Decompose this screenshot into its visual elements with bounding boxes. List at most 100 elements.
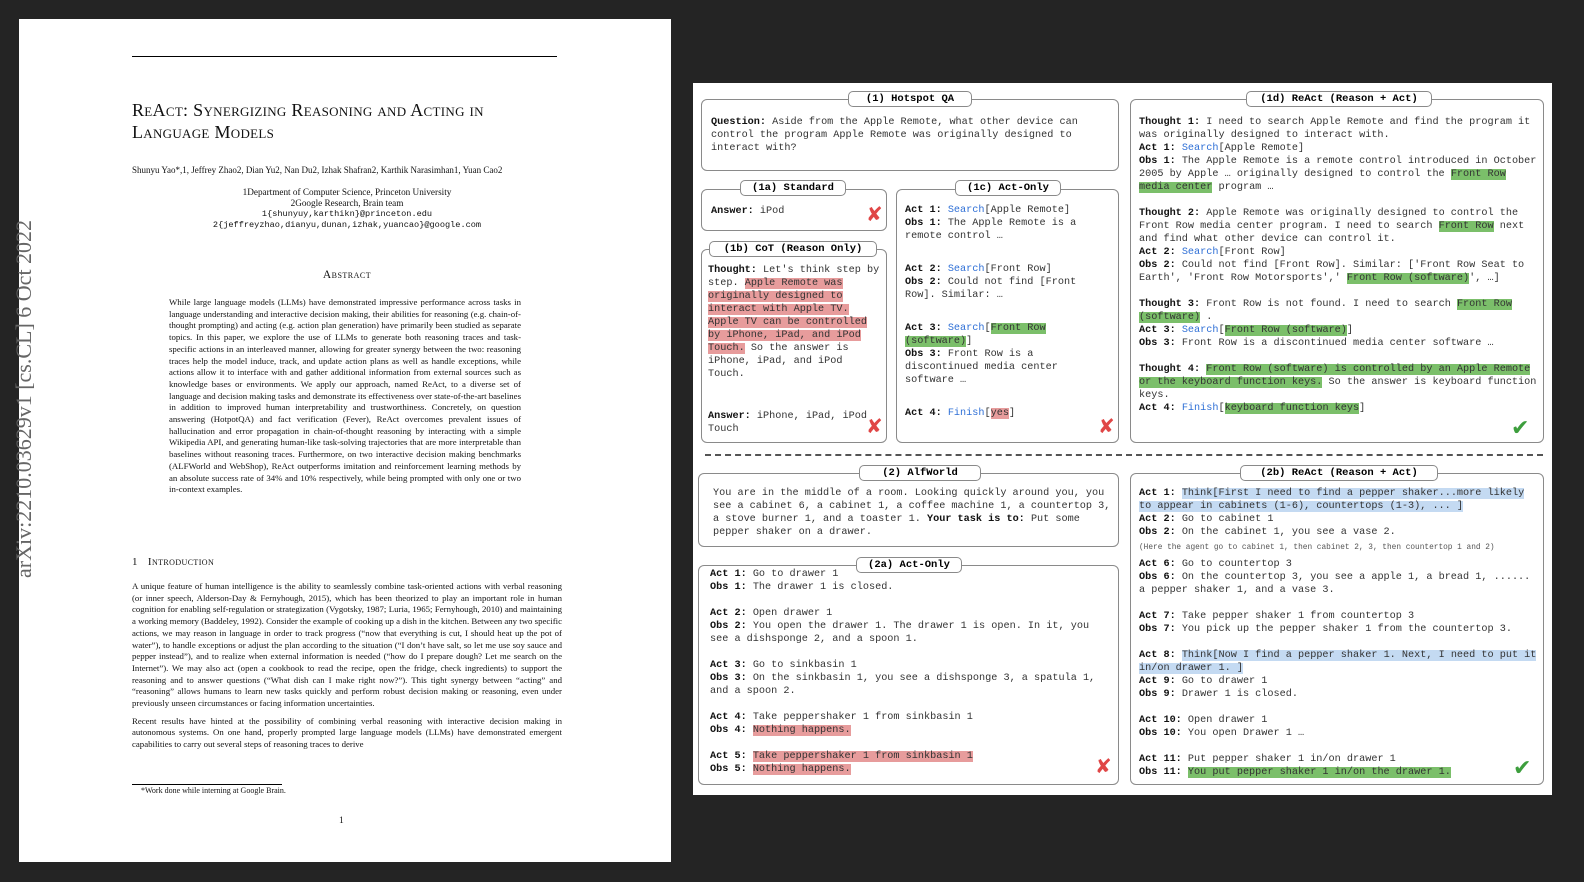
react-act-1: Act 1: Search[Apple Remote] [1139, 142, 1537, 155]
wrong-highlight: Nothing happens. [752, 725, 851, 736]
step-key: Act 9: [1139, 676, 1176, 687]
alf-react-obs-11: Obs 11: You put pepper shaker 1 in/on th… [1139, 766, 1539, 779]
observation-text: On the sinkbasin 1, you see a dishsponge… [710, 673, 1096, 697]
alf-obs-1: Obs 1: The drawer 1 is closed. [710, 581, 1110, 594]
wrong-mark-icon: ✘ [1098, 414, 1115, 438]
action-text: Go to cabinet 1 [1181, 514, 1274, 525]
step-key: Act 3: [1139, 325, 1176, 336]
intro-heading: 1 Introduction [132, 556, 224, 568]
observation-text: You pick up the pepper shaker 1 from the… [1181, 624, 1512, 635]
react-obs-3: Obs 3: Front Row is a discontinued media… [1139, 337, 1537, 350]
agent-note: (Here the agent go to cabinet 1, then ca… [1139, 544, 1495, 552]
step-key: Obs 3: [1139, 338, 1176, 349]
act-only-steps: Act 1: Search[Apple Remote] Obs 1: The A… [905, 204, 1111, 420]
action-argument: [Apple Remote] [984, 205, 1071, 216]
wrong-highlight: yes [990, 408, 1009, 419]
alfworld-label: (2) AlfWorld [859, 465, 981, 481]
right-highlight: keyboard function keys [1224, 403, 1360, 414]
step-key: Act 4: [905, 408, 942, 419]
step-key: Obs 9: [1139, 689, 1176, 700]
step-key: Obs 2: [1139, 260, 1176, 271]
step-key: Act 8: [1139, 650, 1176, 661]
intro-number: 1 [132, 556, 138, 568]
observation-text: On the cabinet 1, you see a vase 2. [1181, 527, 1396, 538]
action-text: Take peppershaker 1 from sinkbasin 1 [752, 712, 973, 723]
step-key: Obs 1: [710, 582, 747, 593]
alfworld-task-key: Your task is to: [926, 514, 1025, 525]
observation-text: ', …] [1469, 273, 1500, 284]
step-key: Act 6: [1139, 559, 1176, 570]
step-key: Act 1: [710, 569, 747, 580]
step-key: Obs 4: [710, 725, 747, 736]
step-key: Thought 2: [1139, 208, 1201, 219]
step-key: Obs 2: [905, 277, 942, 288]
alf-react-act-10: Act 10: Open drawer 1 [1139, 714, 1539, 727]
act-only-act-4: Act 4: Finish[yes] [905, 407, 1111, 420]
step-key: Act 2: [1139, 514, 1176, 525]
affiliations: 1Department of Computer Science, Princet… [132, 187, 562, 231]
alf-act-only-steps: Act 1: Go to drawer 1 Obs 1: The drawer … [710, 568, 1110, 776]
step-key: Obs 2: [1139, 527, 1176, 538]
alf-react-obs-2: Obs 2: On the cabinet 1, you see a vase … [1139, 526, 1539, 539]
act-only-act-1: Act 1: Search[Apple Remote] [905, 204, 1111, 217]
hotpot-label: (1) Hotspot QA [848, 91, 972, 107]
step-key: Act 7: [1139, 611, 1176, 622]
observation-text: You open the drawer 1. The drawer 1 is o… [710, 621, 1090, 645]
bracket: [ [984, 408, 991, 419]
step-key: Obs 6: [1139, 572, 1176, 583]
alf-act-only-box: Act 1: Go to drawer 1 Obs 1: The drawer … [698, 565, 1119, 785]
step-key: Obs 7: [1139, 624, 1176, 635]
act-only-label: (1c) Act-Only [955, 180, 1061, 196]
wrong-mark-icon: ✘ [1095, 754, 1112, 778]
alf-react-label: (2b) ReAct (Reason + Act) [1240, 465, 1438, 481]
affiliation-princeton: 1Department of Computer Science, Princet… [242, 187, 452, 197]
alfworld-box: You are in the middle of a room. Looking… [698, 473, 1119, 547]
step-key: Act 3: [905, 323, 942, 334]
wrong-highlight: Nothing happens. [752, 764, 851, 775]
finish-action: Finish [1181, 403, 1219, 414]
action-text: Go to sinkbasin 1 [752, 660, 857, 671]
step-key: Obs 2: [710, 621, 747, 632]
observation-text: You open Drawer 1 … [1187, 728, 1305, 739]
email-princeton: 1{shunyuy,karthikn}@princeton.edu [261, 209, 433, 219]
bracket: [ [984, 323, 991, 334]
act-only-obs-2: Obs 2: Could not find [Front Row]. Simil… [905, 276, 1111, 302]
bracket: [ [1218, 403, 1225, 414]
react-hotpot-label: (1d) ReAct (Reason + Act) [1246, 91, 1432, 107]
think-action: Think [1181, 650, 1213, 661]
search-action: Search [947, 323, 985, 334]
finish-action: Finish [947, 408, 985, 419]
alf-react-act-7: Act 7: Take pepper shaker 1 from counter… [1139, 610, 1539, 623]
step-key: Act 1: [905, 205, 942, 216]
alf-react-obs-7: Obs 7: You pick up the pepper shaker 1 f… [1139, 623, 1539, 636]
question-text: Aside from the Apple Remote, what other … [711, 117, 1078, 154]
intro-body: A unique feature of human intelligence i… [132, 581, 562, 757]
standard-answer-key: Answer: [711, 206, 754, 217]
right-highlight: Front Row (software) [1346, 273, 1470, 284]
step-key: Act 1: [1139, 488, 1176, 499]
alf-react-act-11: Act 11: Put pepper shaker 1 in/on drawer… [1139, 753, 1539, 766]
alf-obs-5: Obs 5: Nothing happens. [710, 763, 1110, 776]
alf-react-act-6: Act 6: Go to countertop 3 [1139, 558, 1539, 571]
abstract-text: While large language models (LLMs) have … [169, 297, 521, 495]
title-rule [132, 56, 557, 57]
alfworld-description: You are in the middle of a room. Looking… [713, 487, 1115, 539]
alf-act-5: Act 5: Take peppershaker 1 from sinkbasi… [710, 750, 1110, 763]
hotpot-question-box: Question: Aside from the Apple Remote, w… [701, 99, 1119, 171]
search-action: Search [947, 264, 985, 275]
right-highlight: You put pepper shaker 1 in/on the drawer… [1187, 767, 1451, 778]
right-highlight: Front Row (software) [1224, 325, 1347, 336]
alf-react-act-1: Act 1: Think[First I need to find a pepp… [1139, 487, 1539, 513]
step-key: Act 10: [1139, 715, 1182, 726]
section-divider [705, 454, 1543, 456]
cot-label: (1b) CoT (Reason Only) [709, 241, 877, 257]
step-key: Obs 5: [710, 764, 747, 775]
action-argument: [Front Row] [1218, 247, 1286, 258]
alf-react-obs-10: Obs 10: You open Drawer 1 … [1139, 727, 1539, 740]
arxiv-identifier: arXiv:2210.03629v1 [cs.CL] 6 Oct 2022 [11, 219, 36, 578]
react-thought-2: Thought 2: Apple Remote was originally d… [1139, 207, 1537, 246]
react-act-4: Act 4: Finish[keyboard function keys] [1139, 402, 1537, 415]
action-text: Go to drawer 1 [752, 569, 839, 580]
cot-answer-key: Answer: [708, 411, 751, 422]
act-only-box: Act 1: Search[Apple Remote] Obs 1: The A… [896, 189, 1119, 443]
